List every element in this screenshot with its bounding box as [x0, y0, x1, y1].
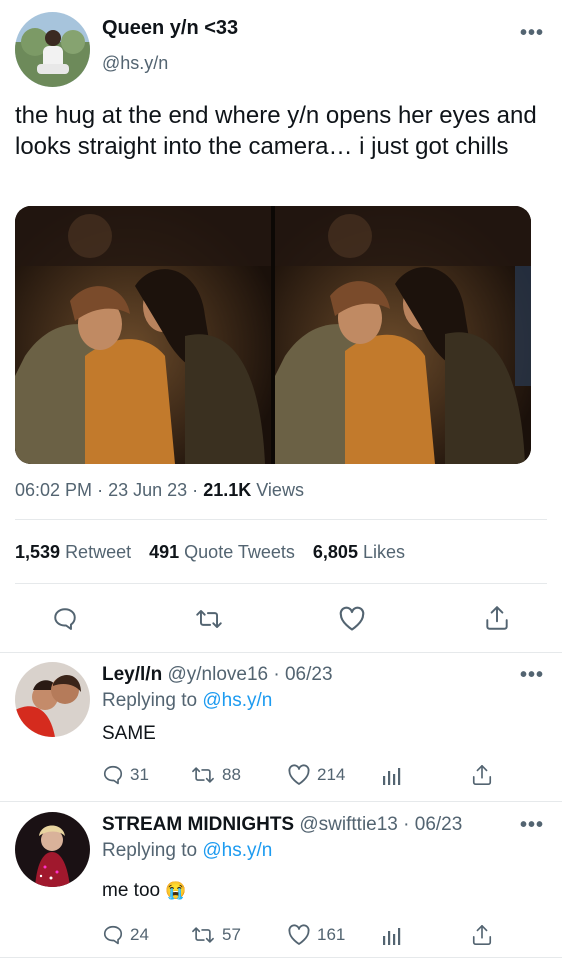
replying-to: Replying to @hs.y/n: [102, 840, 272, 862]
tweet-date[interactable]: 23 Jun 23: [108, 480, 187, 500]
reply-count: 24: [130, 925, 149, 944]
views-label: Views: [256, 480, 304, 500]
like-icon: [287, 924, 311, 946]
tweet-meta: 06:02 PM · 23 Jun 23 · 21.1K Views: [15, 480, 304, 501]
like-count: 214: [317, 765, 346, 784]
likes-stat[interactable]: 6,805 Likes: [313, 542, 405, 563]
likes-label: Likes: [362, 542, 405, 562]
reply-header: Ley/l/n @y/nlove16 · 06/23: [102, 664, 333, 686]
reply-display-name[interactable]: Ley/l/n: [102, 664, 162, 685]
replying-handle-link[interactable]: @hs.y/n: [202, 690, 272, 711]
like-icon[interactable]: [338, 606, 366, 632]
author-handle[interactable]: @hs.y/n: [102, 53, 168, 74]
more-icon[interactable]: •••: [520, 23, 544, 43]
tweet-media[interactable]: [15, 206, 531, 464]
replying-to: Replying to @hs.y/n: [102, 690, 272, 712]
retweets-count: 1,539: [15, 542, 61, 562]
share-icon[interactable]: [471, 923, 493, 947]
replying-prefix: Replying to: [102, 690, 198, 711]
likes-count: 6,805: [312, 542, 358, 562]
reply-header: STREAM MIDNIGHTS @swifttie13 · 06/23: [102, 814, 462, 836]
like-icon: [287, 764, 311, 786]
reply-icon: [102, 924, 124, 946]
reply-count: 31: [130, 765, 149, 784]
more-icon[interactable]: •••: [520, 815, 544, 835]
retweets-label: Retweet: [65, 542, 132, 562]
reply-text-container: me too 😭: [102, 880, 187, 902]
retweets-stat[interactable]: 1,539 Retweet: [15, 542, 131, 563]
reply-action-retweet[interactable]: 57: [190, 924, 241, 946]
quotes-stat[interactable]: 491 Quote Tweets: [149, 542, 295, 563]
quotes-label: Quote Tweets: [184, 542, 295, 562]
reply-action-like[interactable]: 214: [287, 764, 345, 786]
replying-handle-link[interactable]: @hs.y/n: [202, 840, 272, 861]
like-count: 161: [317, 925, 346, 944]
retweet-count: 88: [222, 765, 241, 784]
reply-text: SAME: [102, 723, 156, 744]
more-icon[interactable]: •••: [520, 665, 544, 685]
divider: [0, 801, 562, 802]
reply-avatar[interactable]: [15, 812, 90, 887]
meta-separator: ·: [192, 480, 199, 500]
analytics-icon[interactable]: [381, 925, 403, 947]
reply-action-reply[interactable]: 31: [102, 764, 149, 786]
tweet-text: the hug at the end where y/n opens her e…: [15, 102, 537, 160]
tweet-time[interactable]: 06:02 PM: [15, 480, 92, 500]
retweet-icon: [190, 924, 216, 946]
author-display-name[interactable]: Queen y/n <33: [102, 17, 238, 40]
meta-separator: ·: [97, 480, 104, 500]
reply-avatar[interactable]: [15, 662, 90, 737]
divider: [0, 652, 562, 653]
analytics-icon[interactable]: [381, 765, 403, 787]
divider: [0, 957, 562, 958]
reply-handle-time[interactable]: @swifttie13 · 06/23: [299, 814, 462, 835]
retweet-icon: [190, 764, 216, 786]
tweet-stats: 1,539 Retweet 491 Quote Tweets 6,805 Lik…: [15, 542, 405, 563]
reply-icon: [102, 764, 124, 786]
reply-text: me too: [102, 880, 161, 901]
reply-action-retweet[interactable]: 88: [190, 764, 241, 786]
reply-action-reply[interactable]: 24: [102, 924, 149, 946]
crying-face-emoji: 😭: [165, 881, 187, 900]
reply-action-like[interactable]: 161: [287, 924, 345, 946]
share-icon[interactable]: [484, 604, 510, 632]
reply-handle-time[interactable]: @y/nlove16 · 06/23: [167, 664, 332, 685]
divider: [15, 583, 547, 584]
share-icon[interactable]: [471, 763, 493, 787]
views-count: 21.1K: [203, 480, 252, 500]
reply-icon[interactable]: [52, 606, 78, 632]
retweet-count: 57: [222, 925, 241, 944]
author-avatar[interactable]: [15, 12, 90, 87]
reply-display-name[interactable]: STREAM MIDNIGHTS: [102, 814, 294, 835]
replying-prefix: Replying to: [102, 840, 198, 861]
divider: [15, 519, 547, 520]
retweet-icon[interactable]: [194, 606, 224, 632]
quotes-count: 491: [149, 542, 180, 562]
